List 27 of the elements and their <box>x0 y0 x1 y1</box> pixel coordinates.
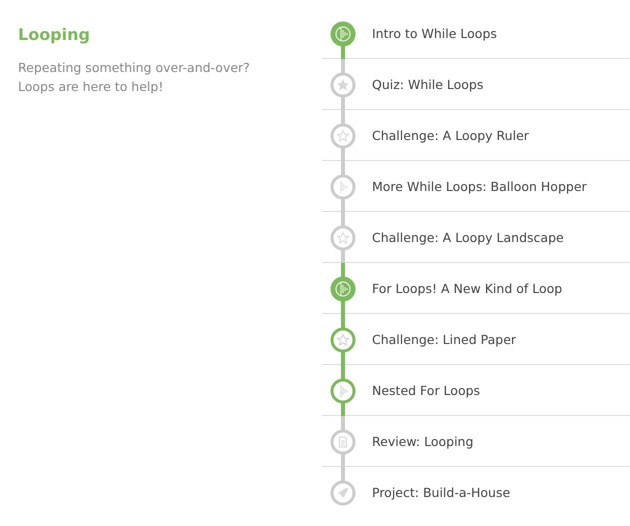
lesson-link[interactable]: Challenge: Lined Paper <box>372 332 516 346</box>
lesson-link[interactable]: For Loops! A New Kind of Loop <box>372 280 562 296</box>
lesson-status-ring[interactable] <box>330 327 356 352</box>
lesson-status-ring[interactable] <box>330 378 356 403</box>
lesson-link[interactable]: Quiz: While Loops <box>372 76 484 92</box>
star-outline-icon <box>336 128 350 142</box>
lesson-link[interactable]: Nested For Loops <box>372 382 480 398</box>
section-title: Looping <box>18 25 91 44</box>
lesson-link[interactable]: Review: Looping <box>372 434 474 448</box>
lesson-status-ring[interactable] <box>330 174 356 199</box>
document-icon <box>339 436 347 447</box>
dotted-play-icon <box>340 384 348 396</box>
lesson-link[interactable]: Challenge: A Loopy Ruler <box>372 128 529 142</box>
lesson-status-ring[interactable] <box>330 480 356 505</box>
lesson-link[interactable]: Project: Build-a-House <box>372 484 510 500</box>
lesson-link[interactable]: Challenge: A Loopy Landscape <box>372 230 564 244</box>
star-outline-icon <box>336 332 350 346</box>
lesson-link[interactable]: More While Loops: Balloon Hopper <box>372 178 587 194</box>
lesson-status-ring[interactable] <box>330 429 356 454</box>
lesson-status-ring[interactable] <box>330 225 356 250</box>
rocket-icon <box>338 488 348 498</box>
star-icon <box>337 78 349 90</box>
dotted-play-icon <box>340 180 348 192</box>
section-description: Repeating something over-and-over? Loops are here to help! <box>18 59 251 96</box>
star-outline-icon <box>336 230 350 244</box>
lesson-status-ring[interactable] <box>330 123 356 148</box>
lesson-link[interactable]: Intro to While Loops <box>372 26 497 40</box>
